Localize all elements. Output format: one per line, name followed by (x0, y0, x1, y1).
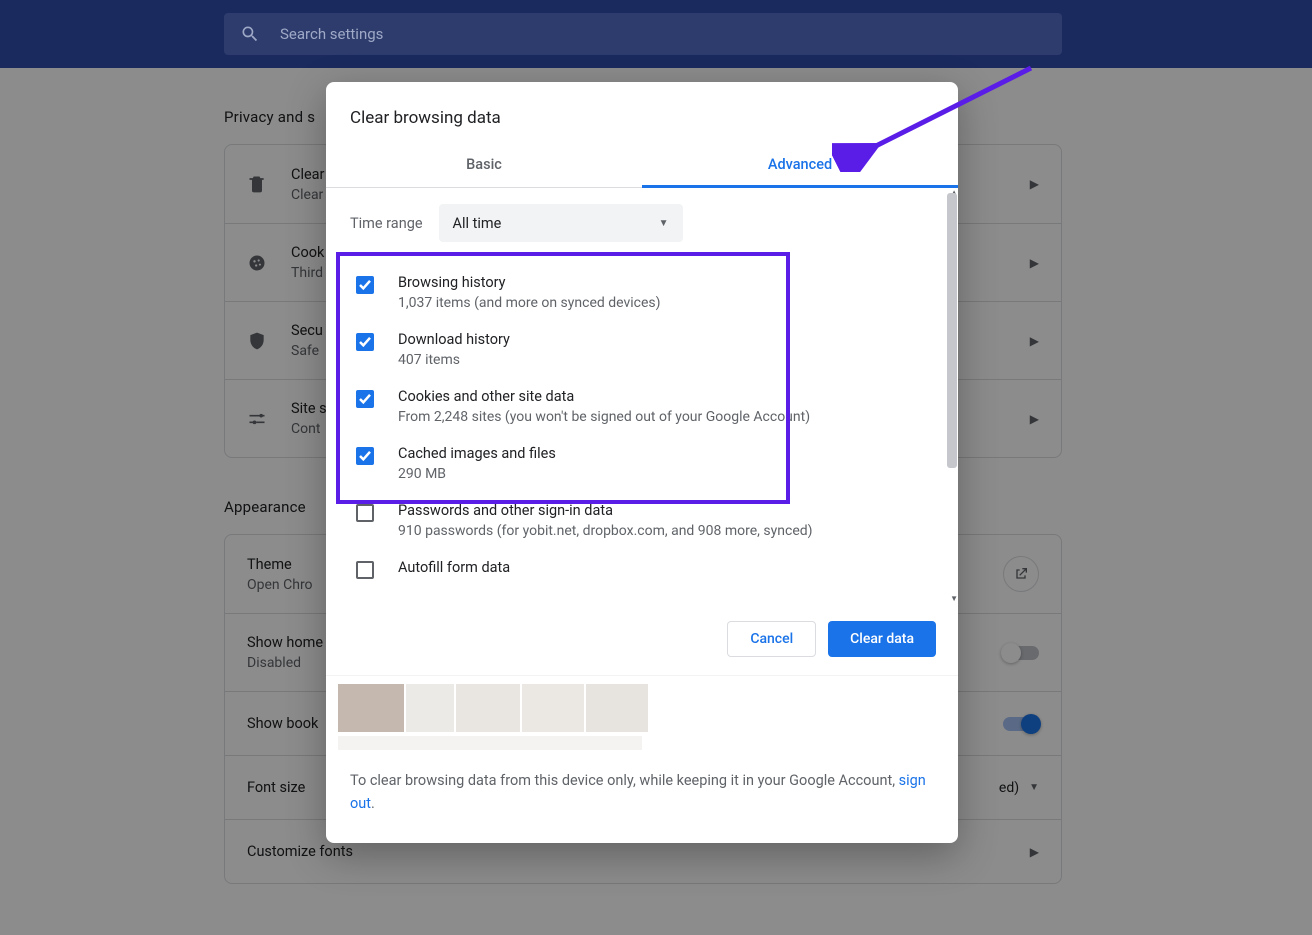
check-item-title: Cached images and files (398, 445, 556, 462)
checkbox-checked[interactable] (356, 447, 374, 465)
tab-advanced[interactable]: Advanced (642, 144, 958, 187)
check-item-title: Autofill form data (398, 559, 510, 576)
scroll-down-arrow[interactable]: ▼ (950, 594, 958, 603)
check-item-sub: 407 items (398, 352, 510, 368)
strip-placeholder (338, 736, 642, 750)
check-item[interactable]: Cached images and files 290 MB (350, 435, 930, 492)
caret-down-icon: ▼ (659, 218, 669, 229)
account-thumb[interactable] (406, 684, 454, 732)
search-placeholder: Search settings (280, 25, 383, 43)
check-item[interactable]: Browsing history 1,037 items (and more on… (350, 264, 930, 321)
checkbox-checked[interactable] (356, 276, 374, 294)
check-item[interactable]: Cookies and other site data From 2,248 si… (350, 378, 930, 435)
clear-data-button[interactable]: Clear data (828, 621, 936, 657)
tab-basic[interactable]: Basic (326, 144, 642, 187)
checkbox-checked[interactable] (356, 390, 374, 408)
check-item-title: Browsing history (398, 274, 661, 291)
check-item-sub: 910 passwords (for yobit.net, dropbox.co… (398, 523, 813, 539)
check-item[interactable]: Passwords and other sign-in data 910 pass… (350, 492, 930, 549)
check-item-sub: From 2,248 sites (you won't be signed ou… (398, 409, 810, 425)
check-item-sub: 1,037 items (and more on synced devices) (398, 295, 661, 311)
checkbox-unchecked[interactable] (356, 504, 374, 522)
dialog-body: ▲ ▼ Time range All time ▼ Browsing histo… (326, 188, 958, 603)
check-item-title: Download history (398, 331, 510, 348)
search-settings-box[interactable]: Search settings (224, 13, 1062, 55)
checkbox-checked[interactable] (356, 333, 374, 351)
search-icon (240, 24, 260, 44)
check-item[interactable]: Autofill form data (350, 549, 930, 590)
check-item[interactable]: Download history 407 items (350, 321, 930, 378)
footer-text: To clear browsing data from this device … (350, 772, 899, 789)
top-bar: Search settings (0, 0, 1312, 68)
footer-note: To clear browsing data from this device … (326, 750, 958, 843)
account-thumb[interactable] (338, 684, 404, 732)
check-item-title: Passwords and other sign-in data (398, 502, 813, 519)
dialog-title: Clear browsing data (326, 82, 958, 144)
time-range-label: Time range (350, 215, 423, 232)
check-item-title: Cookies and other site data (398, 388, 810, 405)
account-thumb[interactable] (456, 684, 520, 732)
account-thumb[interactable] (522, 684, 584, 732)
dialog-tabs: Basic Advanced (326, 144, 958, 188)
cancel-button[interactable]: Cancel (727, 621, 816, 657)
checkbox-unchecked[interactable] (356, 561, 374, 579)
time-range-value: All time (453, 215, 502, 232)
account-thumb[interactable] (586, 684, 648, 732)
scrollbar-thumb[interactable] (947, 193, 957, 468)
dialog-actions: Cancel Clear data (326, 603, 958, 675)
footer-suffix: . (371, 795, 375, 812)
check-item-sub: 290 MB (398, 466, 556, 482)
clear-browsing-data-dialog: Clear browsing data Basic Advanced ▲ ▼ T… (326, 82, 958, 843)
account-chooser-strip (326, 675, 958, 750)
time-range-select[interactable]: All time ▼ (439, 204, 683, 242)
